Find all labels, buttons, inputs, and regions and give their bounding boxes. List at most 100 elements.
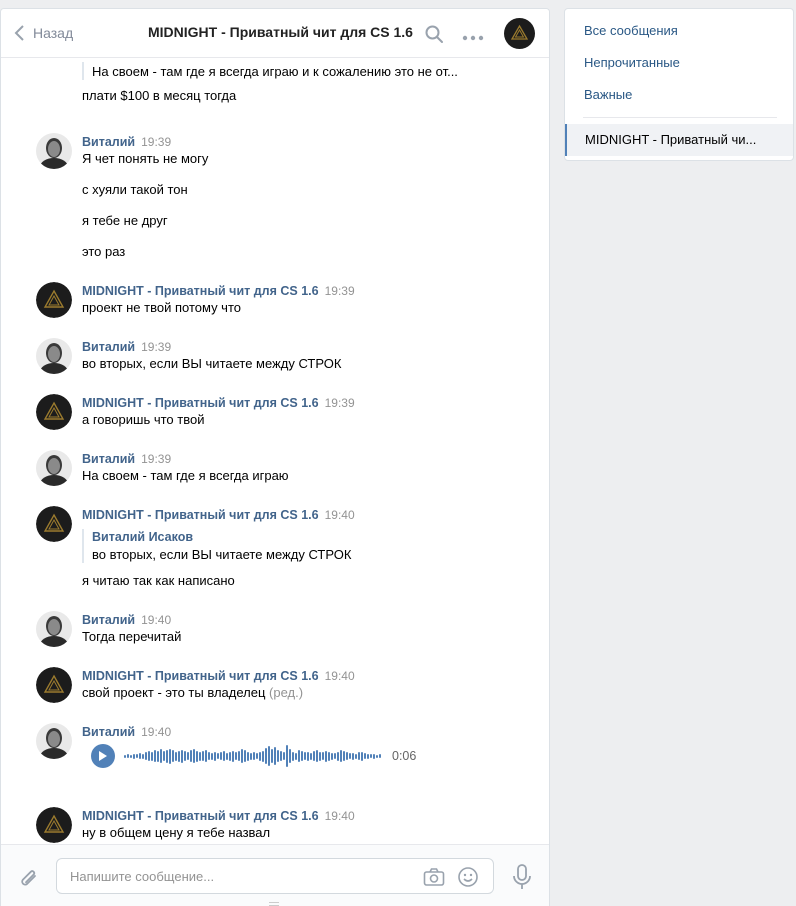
- waveform-bar: [379, 754, 381, 758]
- waveform-bar: [151, 751, 153, 761]
- resize-handle[interactable]: [269, 902, 279, 906]
- active-conversation-item[interactable]: MIDNIGHT - Приватный чи...: [565, 124, 793, 156]
- message-author[interactable]: MIDNIGHT - Приватный чит для CS 1.6 19:39: [82, 283, 355, 299]
- waveform-bar: [130, 754, 132, 758]
- voice-message: 0:06: [91, 743, 416, 769]
- avatar-vitaliy[interactable]: [36, 611, 72, 647]
- play-icon: [99, 751, 107, 761]
- chat-panel: Назад MIDNIGHT - Приватный чит для CS 1.…: [0, 8, 550, 906]
- avatar-midnight[interactable]: [36, 282, 72, 318]
- message-text: это раз: [82, 244, 126, 259]
- camera-icon[interactable]: [423, 867, 445, 890]
- avatar-midnight[interactable]: [36, 394, 72, 430]
- group-avatar[interactable]: [504, 18, 535, 52]
- avatar-midnight[interactable]: [36, 667, 72, 703]
- message-text: На своем - там где я всегда играю: [82, 468, 289, 483]
- waveform-bar: [364, 753, 366, 759]
- filter-unread[interactable]: Непрочитанные: [584, 55, 680, 70]
- emoji-icon[interactable]: [457, 866, 479, 891]
- paperclip-icon[interactable]: [17, 867, 41, 894]
- waveform-bar: [310, 752, 312, 760]
- waveform-bar: [226, 752, 228, 760]
- play-button[interactable]: [91, 744, 115, 768]
- avatar-vitaliy[interactable]: [36, 338, 72, 374]
- message-author[interactable]: MIDNIGHT - Приватный чит для CS 1.6 19:40: [82, 668, 355, 684]
- waveform-bar: [352, 752, 354, 760]
- waveform-bar: [211, 752, 213, 760]
- audio-waveform[interactable]: [124, 745, 382, 767]
- message-author[interactable]: Виталий 19:39: [82, 134, 171, 150]
- quote-text: во вторых, если ВЫ читаете между СТРОК: [92, 547, 352, 562]
- message-time: 19:40: [324, 669, 355, 683]
- waveform-bar: [244, 750, 246, 762]
- chevron-left-icon: [14, 25, 24, 41]
- waveform-bar: [127, 754, 129, 758]
- waveform-bar: [331, 752, 333, 760]
- waveform-bar: [184, 751, 186, 761]
- quote-author[interactable]: Виталий Исаков: [92, 529, 351, 545]
- waveform-bar: [169, 748, 171, 764]
- chat-title[interactable]: MIDNIGHT - Приватный чит для CS 1.6: [148, 24, 413, 40]
- conversation-filter-panel: Все сообщения Непрочитанные Важные MIDNI…: [564, 8, 794, 161]
- waveform-bar: [175, 751, 177, 761]
- message-author[interactable]: MIDNIGHT - Приватный чит для CS 1.6 19:39: [82, 395, 355, 411]
- message-list: На своем - там где я всегда играю и к со…: [1, 58, 549, 844]
- filter-important[interactable]: Важные: [584, 87, 632, 102]
- message-author[interactable]: Виталий 19:39: [82, 339, 171, 355]
- microphone-icon[interactable]: [512, 864, 532, 893]
- avatar-midnight[interactable]: [36, 807, 72, 843]
- waveform-bar: [346, 752, 348, 760]
- search-icon[interactable]: [424, 24, 444, 47]
- message-text: ну в общем цену я тебе назвал: [82, 825, 271, 840]
- waveform-bar: [190, 750, 192, 762]
- message-author[interactable]: Виталий 19:40: [82, 724, 171, 740]
- waveform-bar: [283, 752, 285, 760]
- message-text: я читаю так как написано: [82, 573, 235, 588]
- message-text: во вторых, если ВЫ читаете между СТРОК: [82, 356, 342, 371]
- audio-duration: 0:06: [392, 749, 417, 763]
- message-text: Тогда перечитай: [82, 629, 182, 644]
- waveform-bar: [124, 754, 126, 758]
- message-author[interactable]: Виталий 19:39: [82, 451, 171, 467]
- waveform-bar: [142, 753, 144, 759]
- waveform-bar: [193, 749, 195, 763]
- waveform-bar: [223, 751, 225, 761]
- edited-mark: (ред.): [269, 685, 304, 700]
- message-time: 19:39: [141, 452, 172, 466]
- waveform-bar: [235, 752, 237, 760]
- message-time: 19:40: [141, 613, 172, 627]
- waveform-bar: [178, 750, 180, 762]
- message-author[interactable]: MIDNIGHT - Приватный чит для CS 1.6 19:40: [82, 808, 355, 824]
- avatar-vitaliy[interactable]: [36, 450, 72, 486]
- avatar-midnight[interactable]: [36, 506, 72, 542]
- message-time: 19:39: [324, 284, 355, 298]
- waveform-bar: [304, 752, 306, 760]
- waveform-bar: [187, 752, 189, 760]
- avatar-vitaliy[interactable]: [36, 133, 72, 169]
- waveform-bar: [253, 752, 255, 760]
- message-author[interactable]: Виталий 19:40: [82, 612, 171, 628]
- more-icon[interactable]: [462, 29, 484, 44]
- waveform-bar: [355, 753, 357, 759]
- waveform-bar: [316, 750, 318, 762]
- message-author[interactable]: MIDNIGHT - Приватный чит для CS 1.6 19:40: [82, 507, 355, 523]
- message-time: 19:39: [324, 396, 355, 410]
- message-time: 19:39: [141, 340, 172, 354]
- waveform-bar: [202, 751, 204, 761]
- reply-quote: На своем - там где я всегда играю и к со…: [82, 62, 458, 80]
- waveform-bar: [319, 751, 321, 761]
- back-button[interactable]: Назад: [13, 23, 73, 43]
- message-text: плати $100 в месяц тогда: [82, 88, 237, 103]
- waveform-bar: [337, 751, 339, 761]
- message-text: Я чет понять не могу: [82, 151, 209, 166]
- reply-quote[interactable]: Виталий Исаков во вторых, если ВЫ читает…: [82, 529, 351, 563]
- quote-text: На своем - там где я всегда играю и к со…: [92, 64, 458, 79]
- message-input[interactable]: [57, 859, 397, 893]
- avatar-vitaliy[interactable]: [36, 723, 72, 759]
- filter-all-messages[interactable]: Все сообщения: [584, 23, 678, 38]
- waveform-bar: [370, 754, 372, 758]
- message-text: а говоришь что твой: [82, 412, 205, 427]
- waveform-bar: [220, 752, 222, 760]
- waveform-bar: [343, 751, 345, 761]
- waveform-bar: [358, 752, 360, 760]
